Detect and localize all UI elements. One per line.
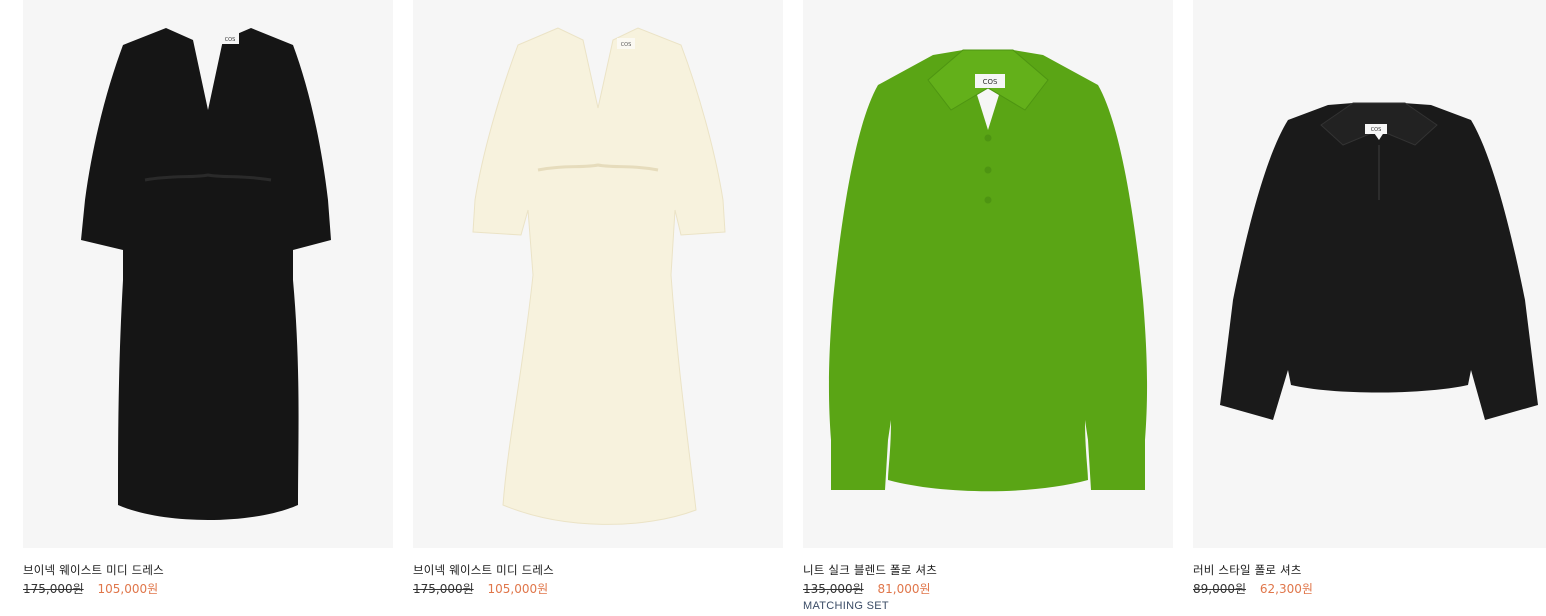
- sale-price: 105,000원: [487, 582, 549, 596]
- matching-set-badge[interactable]: MATCHING SET: [803, 600, 1173, 612]
- sale-price: 62,300원: [1259, 582, 1313, 596]
- product-image-black-dress: COS: [81, 28, 331, 520]
- product-title[interactable]: 브이넥 웨이스트 미디 드레스: [23, 562, 393, 578]
- price-group: 175,000원 105,000원: [413, 581, 783, 597]
- product-card[interactable]: COS 브이넥 웨이스트 미디 드레스 175,000원 105,000원: [413, 0, 783, 597]
- sale-price: 105,000원: [97, 582, 159, 596]
- product-card[interactable]: COS 니트 실크 블렌드 폴로 셔츠 135,000원 81,000원 MAT…: [803, 0, 1173, 612]
- product-title[interactable]: 러비 스타일 폴로 셔츠: [1193, 562, 1546, 578]
- original-price: 175,000원: [413, 582, 474, 596]
- product-card[interactable]: COS 러비 스타일 폴로 셔츠 89,000원 62,300원: [1193, 0, 1546, 597]
- brand-tag: COS: [225, 37, 236, 43]
- product-image-link[interactable]: COS: [803, 0, 1173, 548]
- product-image-link[interactable]: COS: [1193, 0, 1546, 548]
- brand-tag: COS: [983, 78, 998, 86]
- product-title[interactable]: 니트 실크 블렌드 폴로 셔츠: [803, 562, 1173, 578]
- price-group: 89,000원 62,300원: [1193, 581, 1546, 597]
- price-group: 135,000원 81,000원: [803, 581, 1173, 597]
- brand-tag: COS: [621, 42, 632, 48]
- original-price: 135,000원: [803, 582, 864, 596]
- product-title[interactable]: 브이넥 웨이스트 미디 드레스: [413, 562, 783, 578]
- price-group: 175,000원 105,000원: [23, 581, 393, 597]
- original-price: 89,000원: [1193, 582, 1247, 596]
- product-card[interactable]: COS 브이넥 웨이스트 미디 드레스 175,000원 105,000원: [23, 0, 393, 597]
- brand-tag: COS: [1371, 127, 1382, 133]
- product-image-link[interactable]: COS: [413, 0, 783, 548]
- product-image-green-polo: COS: [828, 49, 1148, 492]
- sale-price: 81,000원: [877, 582, 931, 596]
- product-image-cream-dress: COS: [472, 27, 726, 525]
- product-image-black-polo: COS: [1220, 102, 1538, 420]
- product-grid: COS 브이넥 웨이스트 미디 드레스 175,000원 105,000원 CO…: [0, 0, 1546, 616]
- original-price: 175,000원: [23, 582, 84, 596]
- product-image-link[interactable]: COS: [23, 0, 393, 548]
